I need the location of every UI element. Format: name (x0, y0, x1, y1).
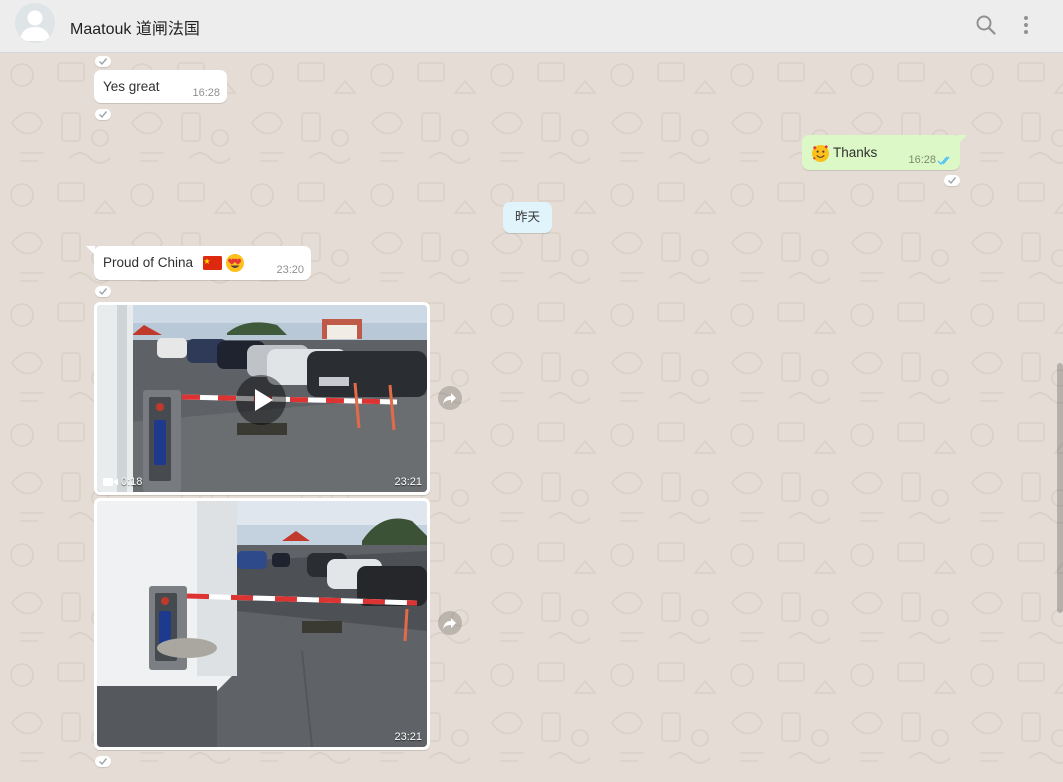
forward-icon[interactable] (438, 386, 462, 410)
reaction-button[interactable] (944, 175, 960, 186)
contact-name[interactable]: Maatouk 道闸法国 (70, 15, 200, 39)
heart-eyes-icon (225, 253, 245, 276)
message-text: Thanks (833, 145, 878, 160)
message-time: 23:21 (394, 476, 422, 488)
read-ticks-icon (937, 154, 953, 169)
message-text: Yes great (103, 79, 160, 94)
video-duration: 0:18 (103, 476, 142, 488)
video-message[interactable]: 0:18 23:21 (94, 302, 430, 495)
chat-panel[interactable]: Yes great 16:28 Thanks 16:28 昨天 Proud of… (0, 53, 1063, 782)
china-flag-icon (203, 256, 222, 273)
message-time: 23:20 (276, 264, 304, 276)
chat-header: Maatouk 道闸法国 (0, 0, 1063, 53)
message-time: 16:28 (908, 154, 936, 166)
image-thumbnail[interactable] (97, 501, 427, 747)
message-bubble-incoming[interactable]: Proud of China 23:20 (94, 246, 311, 280)
message-bubble-outgoing[interactable]: Thanks 16:28 (802, 135, 960, 170)
message-time: 23:21 (394, 731, 422, 743)
scrollbar-thumb[interactable] (1057, 363, 1063, 613)
reaction-button[interactable] (95, 109, 111, 120)
bubble-tail (86, 246, 95, 255)
video-duration-text: 0:18 (121, 476, 143, 488)
reaction-button[interactable] (95, 756, 111, 767)
message-time: 16:28 (192, 87, 220, 99)
search-icon[interactable] (974, 13, 998, 37)
contact-avatar[interactable] (15, 3, 55, 43)
image-message[interactable]: 23:21 (94, 498, 430, 750)
video-camera-icon (103, 478, 118, 486)
forward-icon[interactable] (438, 611, 462, 635)
avatar-default-icon (15, 3, 55, 43)
reaction-button[interactable] (95, 286, 111, 297)
smiling-face-with-hearts-icon (811, 144, 830, 166)
reaction-button[interactable] (95, 56, 111, 67)
message-bubble-incoming[interactable]: Yes great 16:28 (94, 70, 227, 103)
bubble-tail (958, 135, 967, 144)
menu-dots-icon[interactable] (1014, 13, 1038, 37)
message-text: Proud of China (103, 255, 194, 270)
play-button[interactable] (236, 375, 286, 425)
date-separator: 昨天 (503, 202, 552, 233)
